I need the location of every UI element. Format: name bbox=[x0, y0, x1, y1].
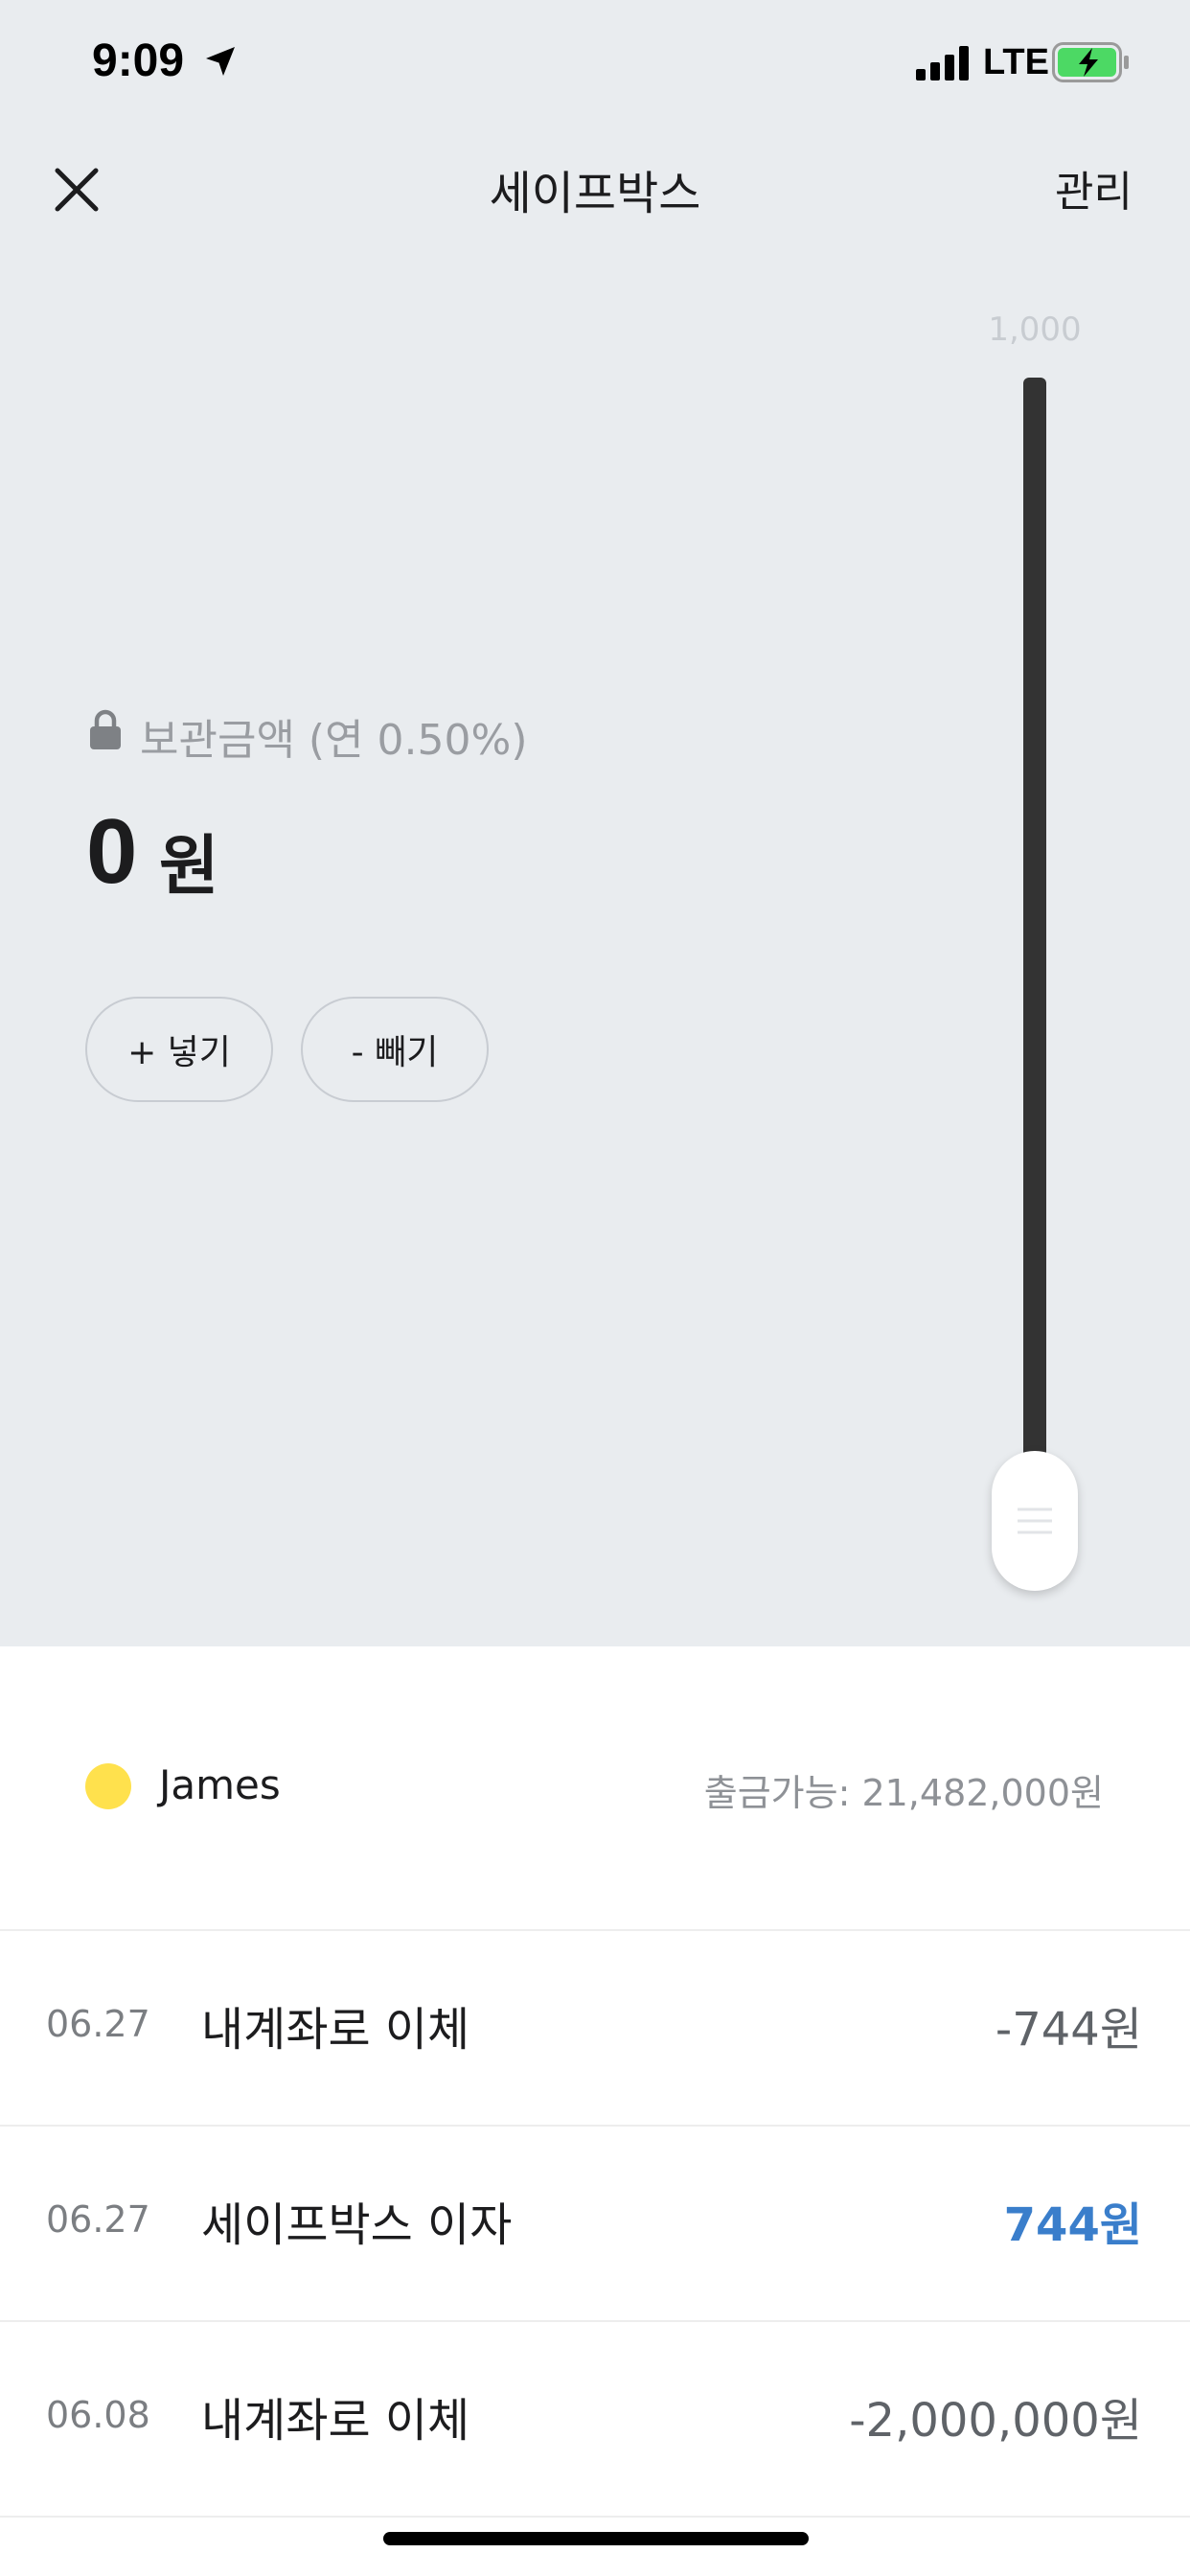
transaction-title: 내계좌로 이체 bbox=[201, 2003, 470, 2057]
transaction-amount: -2,000,000원 bbox=[849, 2394, 1142, 2448]
battery-charging-icon bbox=[1052, 42, 1129, 82]
manage-button[interactable]: 관리 bbox=[1055, 157, 1133, 218]
transaction-amount: -744원 bbox=[995, 2003, 1142, 2057]
slider-max-label: 1,000 bbox=[988, 310, 1082, 349]
account-color-dot bbox=[85, 1763, 131, 1809]
home-indicator bbox=[383, 2532, 809, 2545]
withdraw-button[interactable]: - 빼기 bbox=[301, 997, 489, 1102]
transaction-title: 내계좌로 이체 bbox=[201, 2394, 470, 2448]
transaction-amount: 744원 bbox=[1003, 2198, 1142, 2252]
transaction-date: 06.27 bbox=[46, 2198, 150, 2241]
transaction-title: 세이프박스 이자 bbox=[201, 2198, 513, 2252]
signal-icon bbox=[916, 46, 969, 80]
available-balance: 출금가능: 21,482,000원 bbox=[703, 1772, 1104, 1814]
savings-amount-value: 0 bbox=[86, 800, 138, 903]
deposit-button[interactable]: + 넣기 bbox=[85, 997, 273, 1102]
transaction-row[interactable]: 06.27 세이프박스 이자 744원 bbox=[0, 2126, 1190, 2319]
transaction-date: 06.27 bbox=[46, 2003, 150, 2045]
lock-icon bbox=[90, 709, 121, 749]
savings-amount-label: 보관금액 (연 0.50%) bbox=[140, 716, 528, 765]
status-bar: 9:09 LTE bbox=[0, 0, 1190, 126]
grip-lines-icon bbox=[1018, 1507, 1052, 1534]
divider bbox=[0, 2516, 1190, 2518]
transaction-date: 06.08 bbox=[46, 2394, 150, 2436]
transaction-row[interactable]: 06.08 내계좌로 이체 -2,000,000원 bbox=[0, 2321, 1190, 2515]
account-name: James bbox=[159, 1761, 281, 1808]
page-title: 세이프박스 bbox=[489, 167, 701, 220]
location-arrow-icon bbox=[206, 47, 235, 76]
status-time: 9:09 bbox=[92, 35, 185, 86]
savings-amount-unit: 원 bbox=[159, 829, 219, 905]
amount-slider-track[interactable] bbox=[1023, 378, 1046, 1508]
network-type: LTE bbox=[983, 42, 1049, 82]
transaction-row[interactable]: 06.27 내계좌로 이체 -744원 bbox=[0, 1930, 1190, 2124]
amount-slider-handle[interactable] bbox=[992, 1451, 1078, 1591]
